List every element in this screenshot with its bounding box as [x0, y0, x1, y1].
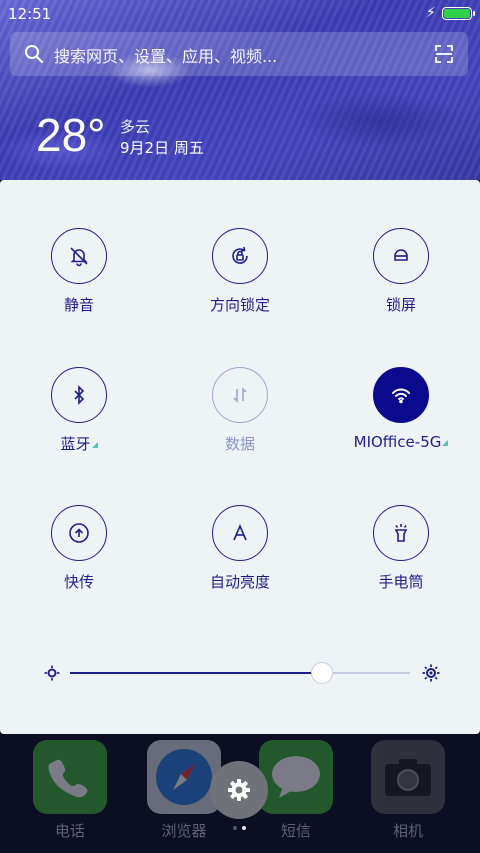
brightness-slider[interactable] — [44, 662, 440, 684]
weather-date: 9月2日 周五 — [120, 139, 204, 157]
page-dot-active — [242, 826, 246, 830]
tile-label: 方向锁定 — [209, 296, 270, 314]
compass-icon — [147, 740, 221, 814]
tile-label: MIOffice-5G — [336, 433, 466, 451]
rotation-lock-icon — [212, 228, 268, 284]
battery-icon — [442, 7, 475, 20]
auto-brightness-icon — [212, 505, 268, 561]
message-icon — [259, 740, 333, 814]
tile-label-text: MIOffice-5G — [353, 433, 442, 451]
quick-settings-panel: 静音 方向锁定 锁屏 蓝牙 数据 MIOffice-5G 快传 自动亮度 手电筒 — [0, 180, 480, 734]
tile-lock-screen[interactable]: 锁屏 — [336, 228, 466, 315]
status-time: 12:51 — [8, 5, 52, 23]
tile-label: 蓝牙 — [14, 433, 144, 454]
tile-flashlight[interactable]: 手电筒 — [336, 505, 466, 592]
bell-off-icon — [51, 228, 107, 284]
expand-indicator-icon — [442, 440, 449, 446]
search-placeholder: 搜索网页、设置、应用、视频... — [54, 47, 278, 66]
app-label: 短信 — [280, 822, 311, 840]
app-label: 相机 — [392, 822, 423, 840]
app-phone[interactable]: 电话 — [32, 740, 108, 841]
settings-button[interactable] — [210, 761, 268, 819]
search-icon — [25, 45, 43, 63]
expand-indicator-icon — [91, 442, 98, 448]
search-bar[interactable]: 搜索网页、设置、应用、视频... — [10, 32, 468, 76]
slider-track[interactable] — [70, 662, 410, 684]
tile-label: 快传 — [63, 573, 94, 591]
tile-label: 自动亮度 — [209, 573, 270, 591]
weather-condition: 多云 — [120, 118, 151, 136]
page-dot — [233, 826, 237, 830]
slider-thumb[interactable] — [310, 662, 333, 684]
slider-fill — [70, 672, 322, 674]
scan-icon[interactable] — [434, 44, 454, 64]
camera-icon — [371, 740, 445, 814]
tile-bluetooth[interactable]: 蓝牙 — [14, 367, 144, 454]
tile-quick-transfer[interactable]: 快传 — [14, 505, 144, 592]
tile-mute[interactable]: 静音 — [14, 228, 144, 315]
phone-icon — [33, 740, 107, 814]
tile-label: 锁屏 — [385, 296, 416, 314]
tile-wifi[interactable]: MIOffice-5G — [336, 367, 466, 451]
app-camera[interactable]: 相机 — [370, 740, 446, 841]
tile-auto-brightness[interactable]: 自动亮度 — [175, 505, 305, 592]
bluetooth-icon — [51, 367, 107, 423]
status-bar: 12:51 ⚡ — [0, 0, 480, 28]
tile-label: 手电筒 — [378, 573, 424, 591]
charging-icon: ⚡ — [426, 5, 436, 21]
brightness-high-icon — [422, 664, 440, 682]
app-label: 电话 — [54, 822, 85, 840]
weather-temperature: 28° — [36, 109, 106, 161]
tile-mobile-data[interactable]: 数据 — [175, 367, 305, 454]
tile-label: 数据 — [224, 435, 255, 453]
brightness-low-icon — [44, 665, 60, 681]
lock-icon — [373, 228, 429, 284]
tile-rotation-lock[interactable]: 方向锁定 — [175, 228, 305, 315]
app-messages[interactable]: 短信 — [258, 740, 334, 841]
tile-label: 静音 — [63, 296, 94, 314]
gear-icon — [228, 779, 250, 801]
wifi-icon — [373, 367, 429, 423]
app-label: 浏览器 — [161, 822, 207, 840]
transfer-icon — [51, 505, 107, 561]
tile-label-text: 蓝牙 — [60, 435, 91, 453]
flashlight-icon — [373, 505, 429, 561]
data-arrows-icon — [212, 367, 268, 423]
